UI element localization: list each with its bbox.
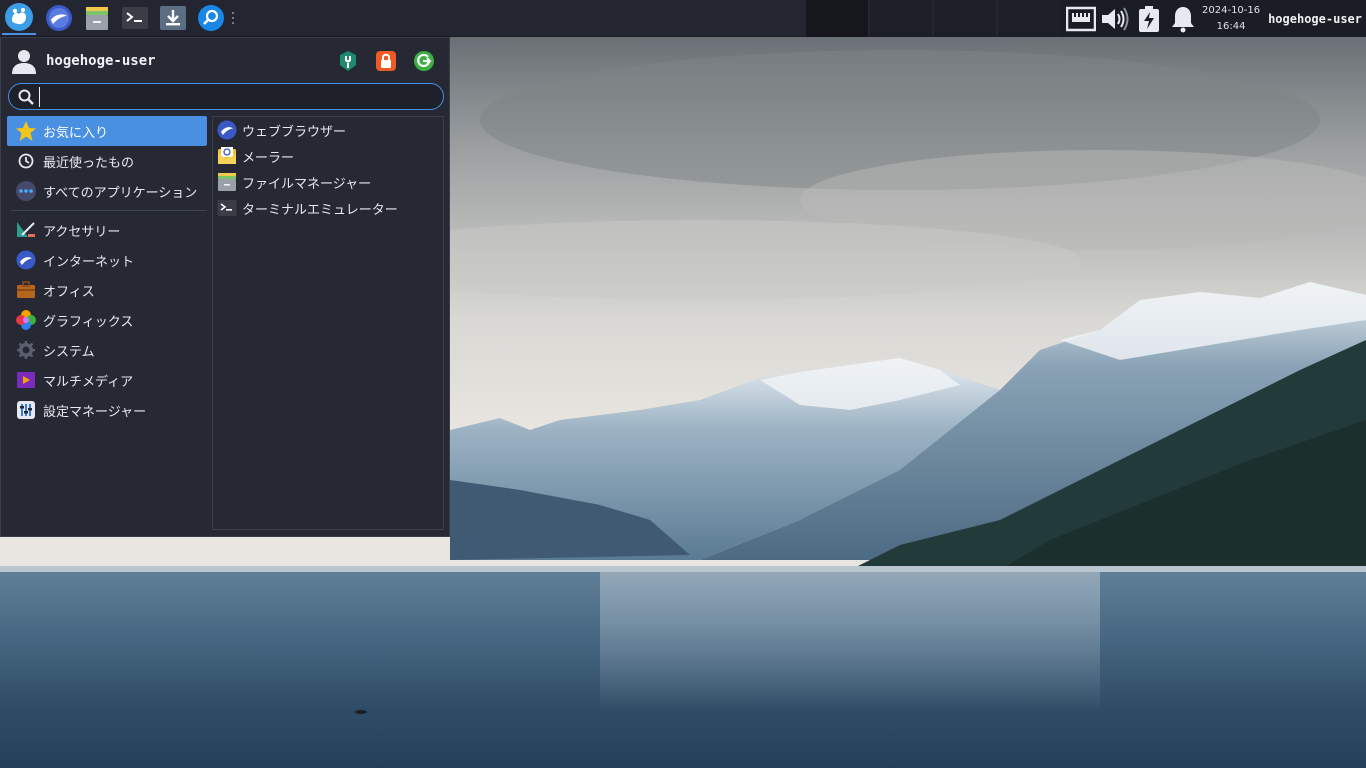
workspace-2[interactable] [870, 0, 932, 37]
lock-screen-button[interactable] [375, 50, 397, 72]
category-multimedia[interactable]: マルチメディア [7, 365, 207, 395]
panel-username[interactable]: hogehoge-user [1262, 12, 1366, 26]
category-label: アクセサリー [43, 224, 121, 240]
settings-manager-icon [340, 51, 356, 71]
mail-icon [217, 146, 237, 166]
workspace-1[interactable] [806, 0, 868, 37]
category-settings[interactable]: 設定マネージャー [7, 395, 207, 425]
search-input[interactable] [39, 86, 443, 107]
terminal-icon [217, 198, 237, 218]
workspace-3[interactable] [934, 0, 996, 37]
app-mailer[interactable]: メーラー [213, 143, 443, 169]
multimedia-icon [15, 369, 37, 391]
app-label: ターミナルエミュレーター [242, 202, 398, 218]
launcher-web-browser[interactable] [44, 3, 74, 33]
app-label: ファイルマネージャー [242, 176, 372, 192]
app-terminal[interactable]: ターミナルエミュレーター [213, 195, 443, 221]
panel-handle[interactable] [232, 12, 238, 24]
web-browser-icon [46, 5, 72, 31]
launcher-terminal[interactable] [120, 3, 150, 33]
battery-tray-button[interactable] [1132, 2, 1166, 36]
category-label: グラフィックス [43, 314, 134, 330]
search-box [8, 83, 444, 110]
whisker-menu-button[interactable] [2, 1, 36, 35]
category-label: 設定マネージャー [43, 404, 147, 420]
category-office[interactable]: オフィス [7, 275, 207, 305]
workspace-4[interactable] [998, 0, 1060, 37]
top-panel: 2024-10-16 16:44 hogehoge-user [0, 0, 1366, 37]
category-recent[interactable]: 最近使ったもの [7, 146, 207, 176]
category-system[interactable]: システム [7, 335, 207, 365]
notification-tray-button[interactable] [1166, 2, 1200, 36]
category-label: お気に入り [43, 125, 109, 141]
network-tray-button[interactable] [1064, 2, 1098, 36]
category-internet[interactable]: インターネット [7, 245, 207, 275]
category-label: インターネット [43, 254, 135, 270]
clock-time: 16:44 [1216, 20, 1246, 32]
network-icon [1066, 6, 1097, 31]
menu-header: hogehoge-user [1, 38, 449, 82]
file-manager-icon [217, 172, 237, 192]
volume-icon [1102, 6, 1129, 31]
category-list: お気に入り 最近使ったもの すべてのアプリケーション アクセサリー インターネッ… [7, 116, 207, 425]
office-icon [15, 279, 37, 301]
category-label: マルチメディア [43, 374, 134, 390]
search-icon [18, 89, 34, 105]
file-manager-icon [86, 7, 108, 30]
menu-username: hogehoge-user [46, 53, 156, 69]
terminal-icon [122, 7, 148, 29]
settings-manager-button[interactable] [337, 50, 359, 72]
app-web-browser[interactable]: ウェブブラウザー [213, 117, 443, 143]
launcher-file-manager[interactable] [82, 3, 112, 33]
accessories-icon [15, 219, 37, 241]
panel-clock[interactable]: 2024-10-16 16:44 [1200, 3, 1262, 35]
logout-icon [414, 51, 434, 71]
notification-bell-icon [1172, 6, 1195, 32]
category-graphics[interactable]: グラフィックス [7, 305, 207, 335]
category-accessories[interactable]: アクセサリー [7, 215, 207, 245]
clock-date: 2024-10-16 [1202, 4, 1261, 16]
web-browser-icon [217, 120, 237, 140]
user-avatar-icon [12, 50, 36, 74]
app-finder-icon [198, 5, 224, 31]
settings-icon [15, 399, 37, 421]
app-label: メーラー [242, 150, 295, 166]
category-all-applications[interactable]: すべてのアプリケーション [7, 176, 207, 206]
category-label: 最近使ったもの [43, 155, 135, 171]
category-label: システム [43, 344, 95, 360]
application-list: ウェブブラウザー メーラー ファイルマネージャー ターミナルエミュレーター [212, 116, 444, 530]
category-label: オフィス [43, 284, 95, 300]
app-label: ウェブブラウザー [242, 124, 347, 140]
launcher-app-finder[interactable] [196, 3, 226, 33]
workspace-switcher [806, 0, 1062, 37]
logout-button[interactable] [413, 50, 435, 72]
category-separator [11, 210, 207, 211]
all-apps-icon [15, 180, 37, 202]
app-file-manager[interactable]: ファイルマネージャー [213, 169, 443, 195]
clock-icon [15, 150, 37, 172]
battery-charging-icon [1139, 5, 1160, 32]
category-favorites[interactable]: お気に入り [7, 116, 207, 146]
internet-icon [15, 249, 37, 271]
category-label: すべてのアプリケーション [43, 185, 198, 201]
launcher-download[interactable] [158, 3, 188, 33]
system-icon [15, 339, 37, 361]
system-tray: 2024-10-16 16:44 hogehoge-user [1060, 0, 1366, 37]
download-icon [160, 6, 186, 30]
whisker-menu-icon [5, 3, 33, 31]
lock-screen-icon [376, 51, 396, 71]
application-menu: hogehoge-user お気に入り 最近使ったもの すべてのアプリケーション… [0, 37, 450, 537]
star-icon [15, 120, 37, 142]
volume-tray-button[interactable] [1098, 2, 1132, 36]
graphics-icon [15, 309, 37, 331]
